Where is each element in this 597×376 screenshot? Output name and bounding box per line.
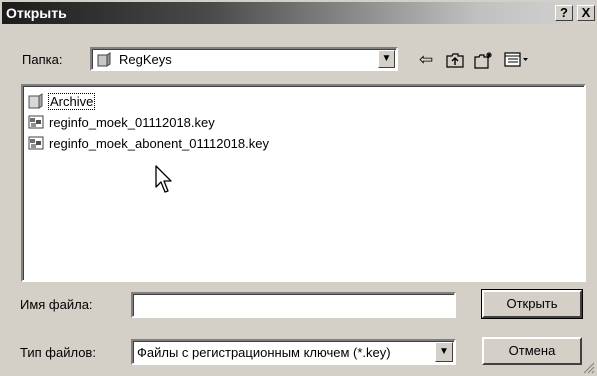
filename-input[interactable] xyxy=(131,292,456,318)
view-menu-button[interactable] xyxy=(502,49,532,71)
folder-combobox[interactable]: RegKeys ▼ xyxy=(90,47,398,71)
folder-dropdown-button[interactable]: ▼ xyxy=(378,50,395,68)
resize-grip-icon[interactable] xyxy=(583,362,595,374)
up-folder-button[interactable] xyxy=(443,49,467,71)
dialog-title: Открыть xyxy=(6,5,67,21)
registry-file-icon xyxy=(28,136,44,150)
registry-file-icon xyxy=(28,115,44,129)
up-folder-icon xyxy=(446,53,464,68)
file-list-item[interactable]: Archive xyxy=(27,92,96,110)
back-arrow-icon: ⇦ xyxy=(418,50,434,69)
folder-icon xyxy=(28,93,43,109)
file-list-item[interactable]: reginfo_moek_01112018.key xyxy=(27,113,216,131)
open-file-dialog: Открыть ? X Папка: RegKeys ▼ ⇦ Archive r… xyxy=(0,0,597,376)
filename-label: Имя файла: xyxy=(20,297,93,312)
help-button[interactable]: ? xyxy=(555,5,573,21)
file-name: reginfo_moek_abonent_01112018.key xyxy=(49,135,269,151)
mouse-pointer-icon xyxy=(155,165,172,193)
title-bar[interactable]: Открыть ? X xyxy=(2,2,595,24)
open-button[interactable]: Открыть xyxy=(481,289,583,319)
filetype-value: Файлы с регистрационным ключем (*.key) xyxy=(137,345,391,360)
filetype-label: Тип файлов: xyxy=(20,345,96,360)
folder-icon xyxy=(97,52,111,67)
filetype-dropdown-button[interactable]: ▼ xyxy=(435,342,453,362)
file-list[interactable]: Archive reginfo_moek_01112018.key reginf… xyxy=(21,84,586,282)
file-name: reginfo_moek_01112018.key xyxy=(49,114,215,130)
close-button[interactable]: X xyxy=(577,5,595,21)
folder-label: Папка: xyxy=(22,52,63,67)
cancel-button[interactable]: Отмена xyxy=(482,337,582,365)
filetype-combobox[interactable]: Файлы с регистрационным ключем (*.key) ▼ xyxy=(131,339,456,365)
file-list-item[interactable]: reginfo_moek_abonent_01112018.key xyxy=(27,134,270,152)
new-folder-button[interactable] xyxy=(472,49,496,71)
back-button[interactable]: ⇦ xyxy=(414,49,438,71)
view-menu-icon xyxy=(504,52,528,67)
folder-value: RegKeys xyxy=(119,52,172,67)
new-folder-icon xyxy=(474,52,492,69)
file-name: Archive xyxy=(48,92,96,110)
